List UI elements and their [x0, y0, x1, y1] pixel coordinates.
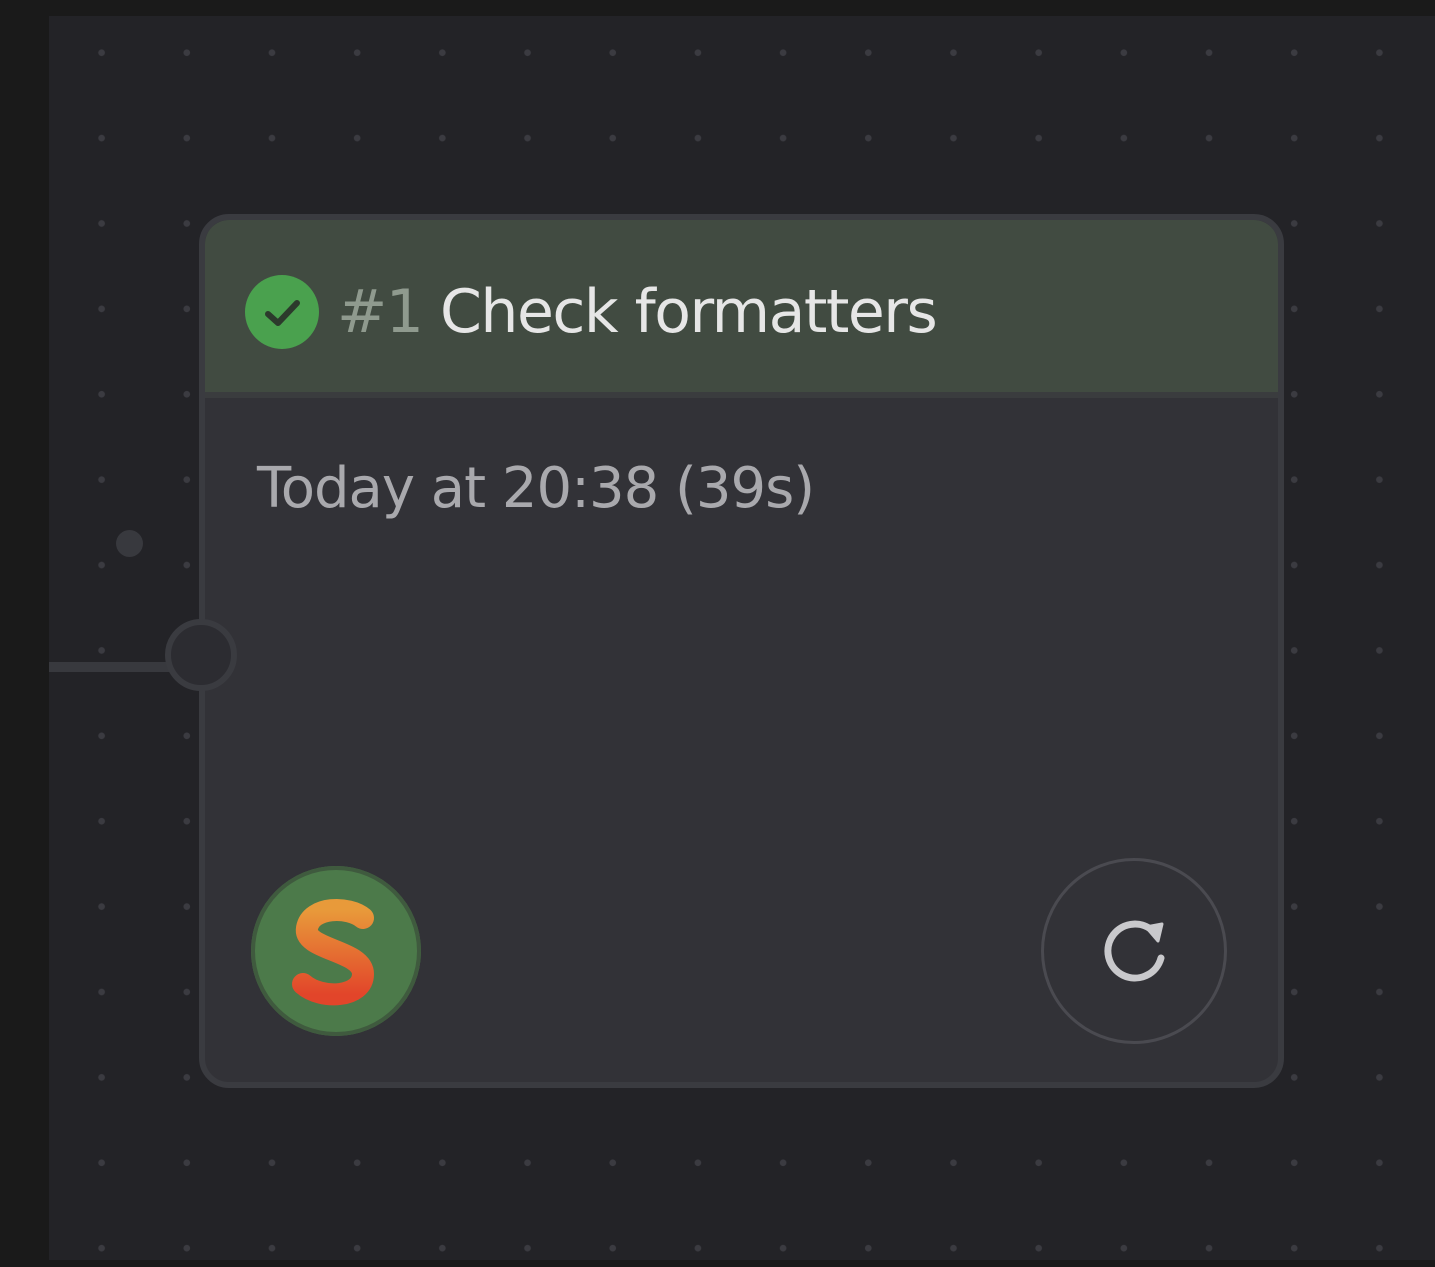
- check-circle-icon: [245, 275, 319, 349]
- node-timestamp: Today at 20:38 (39s): [257, 456, 815, 521]
- workflow-canvas[interactable]: #1 Check formatters Today at 20:38 (39s): [49, 16, 1435, 1260]
- refresh-icon: [1104, 920, 1165, 982]
- rerun-button[interactable]: [1041, 858, 1227, 1044]
- edge-handle-dot[interactable]: [116, 530, 143, 557]
- workflow-node[interactable]: #1 Check formatters Today at 20:38 (39s): [199, 214, 1284, 1088]
- node-title[interactable]: #1 Check formatters: [337, 275, 938, 349]
- node-header: #1 Check formatters: [205, 220, 1278, 398]
- node-title-text: Check formatters: [440, 277, 938, 347]
- node-input-port[interactable]: [165, 619, 237, 691]
- s-logo-icon: [292, 899, 375, 1006]
- node-number: #1: [337, 277, 424, 347]
- avatar[interactable]: [251, 866, 421, 1036]
- app-frame: #1 Check formatters Today at 20:38 (39s): [0, 0, 1435, 1267]
